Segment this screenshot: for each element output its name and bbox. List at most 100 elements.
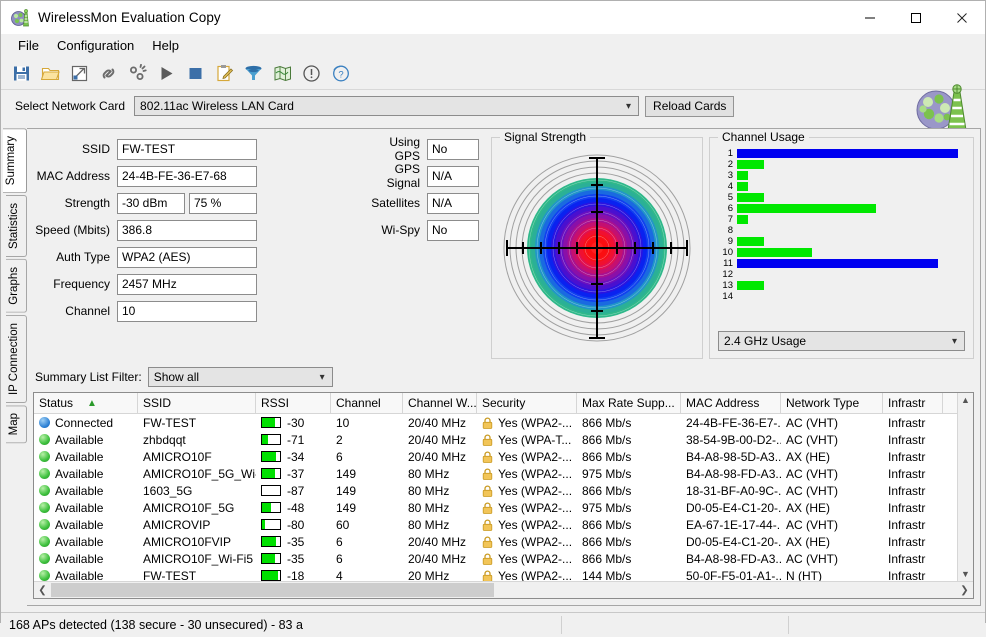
field-speed-value[interactable]: 386.8 bbox=[117, 219, 257, 241]
scroll-right-icon[interactable]: ❯ bbox=[956, 585, 973, 596]
maximize-button[interactable] bbox=[893, 1, 939, 34]
table-row[interactable]: Available 1603_5G -87 149 80 MHz Yes (WPA2-..… bbox=[34, 482, 973, 499]
open-folder-icon[interactable] bbox=[36, 60, 65, 87]
lock-icon bbox=[482, 467, 493, 480]
security-label: Yes (WPA2-... bbox=[498, 568, 573, 582]
clipboard-edit-icon[interactable] bbox=[210, 60, 239, 87]
field-ssid-label: SSID bbox=[81, 142, 110, 156]
table-row[interactable]: Available zhbdqqt -71 2 20/40 MHz Yes (WPA-T.… bbox=[34, 431, 973, 448]
menu-help[interactable]: Help bbox=[143, 36, 188, 55]
table-row[interactable]: Available AMICRO10FVIP -35 6 20/40 MHz Yes (W… bbox=[34, 533, 973, 550]
table-row[interactable]: Available FW-TEST -18 4 20 MHz Yes (WPA2-... 1… bbox=[34, 567, 973, 581]
channel-bar-track bbox=[737, 237, 965, 246]
field-wispy-value[interactable]: No bbox=[427, 219, 479, 241]
status-label: Available bbox=[55, 483, 104, 498]
cell-status: Available bbox=[34, 533, 138, 550]
column-header-label: SSID bbox=[143, 396, 172, 410]
link-icon[interactable] bbox=[94, 60, 123, 87]
horizontal-scrollbar[interactable]: ❮ ❯ bbox=[34, 581, 973, 598]
help-icon[interactable]: ? bbox=[326, 60, 355, 87]
field-satellites-value[interactable]: N/A bbox=[427, 192, 479, 214]
summary-list-filter-select[interactable]: Show all ▾ bbox=[147, 367, 333, 387]
cell-security: Yes (WPA2-... bbox=[477, 516, 577, 533]
table-row[interactable]: Available AMICRO10F_5G -48 149 80 MHz Yes (WP… bbox=[34, 499, 973, 516]
tab-statistics[interactable]: Statistics bbox=[6, 195, 27, 258]
column-header[interactable]: Channel bbox=[331, 393, 403, 413]
reload-cards-button[interactable]: Reload Cards bbox=[645, 95, 735, 117]
signal-strength-bar bbox=[261, 519, 281, 530]
table-row[interactable]: Available AMICRO10F_5G_Wi-... -37 149 80 MHz… bbox=[34, 465, 973, 482]
hscroll-track[interactable] bbox=[51, 582, 956, 599]
cell-rssi: -37 bbox=[256, 465, 331, 482]
tab-summary[interactable]: Summary bbox=[3, 128, 27, 194]
export-icon[interactable] bbox=[65, 60, 94, 87]
stop-icon[interactable] bbox=[181, 60, 210, 87]
field-channel-value[interactable]: 10 bbox=[117, 300, 257, 322]
funnel-icon[interactable] bbox=[239, 60, 268, 87]
summary-fields: SSID FW-TEST MAC Address 24-4B-FE-36-E7-… bbox=[33, 137, 365, 361]
channel-usage-band-select[interactable]: 2.4 GHz Usage ▾ bbox=[718, 331, 965, 351]
field-strength-dbm[interactable]: -30 dBm bbox=[117, 192, 185, 214]
cell-channel: 149 bbox=[336, 500, 357, 515]
field-using-gps-value[interactable]: No bbox=[427, 138, 479, 160]
rssi-value: -48 bbox=[287, 500, 305, 515]
status-indicator-icon bbox=[39, 536, 50, 547]
map-icon[interactable] bbox=[268, 60, 297, 87]
channel-bar-track bbox=[737, 204, 965, 213]
table-row[interactable]: Available AMICRO10F_Wi-Fi5 -35 6 20/40 MHz Ye… bbox=[34, 550, 973, 567]
cell-security: Yes (WPA2-... bbox=[477, 448, 577, 465]
rssi-value: -87 bbox=[287, 483, 305, 498]
field-strength-percent[interactable]: 75 % bbox=[189, 192, 257, 214]
field-channel: Channel 10 bbox=[33, 300, 365, 322]
channel-number: 14 bbox=[722, 290, 733, 302]
vertical-scrollbar[interactable]: ▲ ▼ bbox=[957, 393, 973, 581]
column-header[interactable]: Channel W... bbox=[403, 393, 477, 413]
table-row[interactable]: Connected FW-TEST -30 10 20/40 MHz Yes (WPA2-… bbox=[34, 414, 973, 431]
scroll-left-icon[interactable]: ❮ bbox=[34, 585, 51, 596]
unlink-icon[interactable] bbox=[123, 60, 152, 87]
tab-ip-connection[interactable]: IP Connection bbox=[6, 314, 27, 403]
table-row[interactable]: Available AMICRO10F -34 6 20/40 MHz Yes (WPA2… bbox=[34, 448, 973, 465]
cell-ssid: zhbdqqt bbox=[143, 432, 186, 447]
field-mac-address-value[interactable]: 24-4B-FE-36-E7-68 bbox=[117, 165, 257, 187]
security-label: Yes (WPA2-... bbox=[498, 466, 573, 481]
security-label: Yes (WPA2-... bbox=[498, 534, 573, 549]
tab-map[interactable]: Map bbox=[6, 404, 27, 444]
status-indicator-icon bbox=[39, 553, 50, 564]
menu-configuration[interactable]: Configuration bbox=[48, 36, 143, 55]
save-icon[interactable] bbox=[7, 60, 36, 87]
table-row[interactable]: Available AMICROVIP -80 60 80 MHz Yes (WPA2-.… bbox=[34, 516, 973, 533]
cell-mac-address: 38-54-9B-00-D2-... bbox=[686, 432, 781, 447]
field-frequency-value[interactable]: 2457 MHz bbox=[117, 273, 257, 295]
network-card-select[interactable]: 802.11ac Wireless LAN Card ▾ bbox=[134, 96, 640, 116]
column-header[interactable]: Status ▲ bbox=[34, 393, 138, 413]
scroll-down-icon[interactable]: ▼ bbox=[961, 569, 970, 579]
column-header[interactable]: RSSI bbox=[256, 393, 331, 413]
network-card-value: 802.11ac Wireless LAN Card bbox=[140, 99, 294, 113]
cell-infrastructure: Infrastr bbox=[888, 534, 926, 549]
column-header[interactable]: Infrastr bbox=[883, 393, 943, 413]
field-gps-signal-value[interactable]: N/A bbox=[427, 165, 479, 187]
cell-channel-width: 20/40 MHz bbox=[408, 534, 467, 549]
channel-bar-track bbox=[737, 215, 965, 224]
alert-icon[interactable] bbox=[297, 60, 326, 87]
channel-usage-row: 3 bbox=[720, 170, 965, 181]
close-button[interactable] bbox=[939, 1, 985, 34]
field-auth-type-value[interactable]: WPA2 (AES) bbox=[117, 246, 257, 268]
column-header[interactable]: MAC Address bbox=[681, 393, 781, 413]
field-strength-label: Strength bbox=[64, 196, 110, 210]
minimize-button[interactable] bbox=[847, 1, 893, 34]
menu-file[interactable]: File bbox=[9, 36, 48, 55]
hscroll-thumb[interactable] bbox=[51, 582, 495, 597]
status-indicator-icon bbox=[39, 485, 50, 496]
column-header[interactable]: SSID bbox=[138, 393, 256, 413]
scroll-up-icon[interactable]: ▲ bbox=[961, 395, 970, 405]
field-ssid-value[interactable]: FW-TEST bbox=[117, 138, 257, 160]
tab-graphs[interactable]: Graphs bbox=[6, 259, 27, 313]
cell-channel-width: 20/40 MHz bbox=[408, 432, 467, 447]
play-icon[interactable] bbox=[152, 60, 181, 87]
column-header[interactable]: Network Type bbox=[781, 393, 883, 413]
column-header[interactable]: Security bbox=[477, 393, 577, 413]
column-header[interactable]: Max Rate Supp... bbox=[577, 393, 681, 413]
cell-channel-width: 20/40 MHz bbox=[408, 449, 467, 464]
